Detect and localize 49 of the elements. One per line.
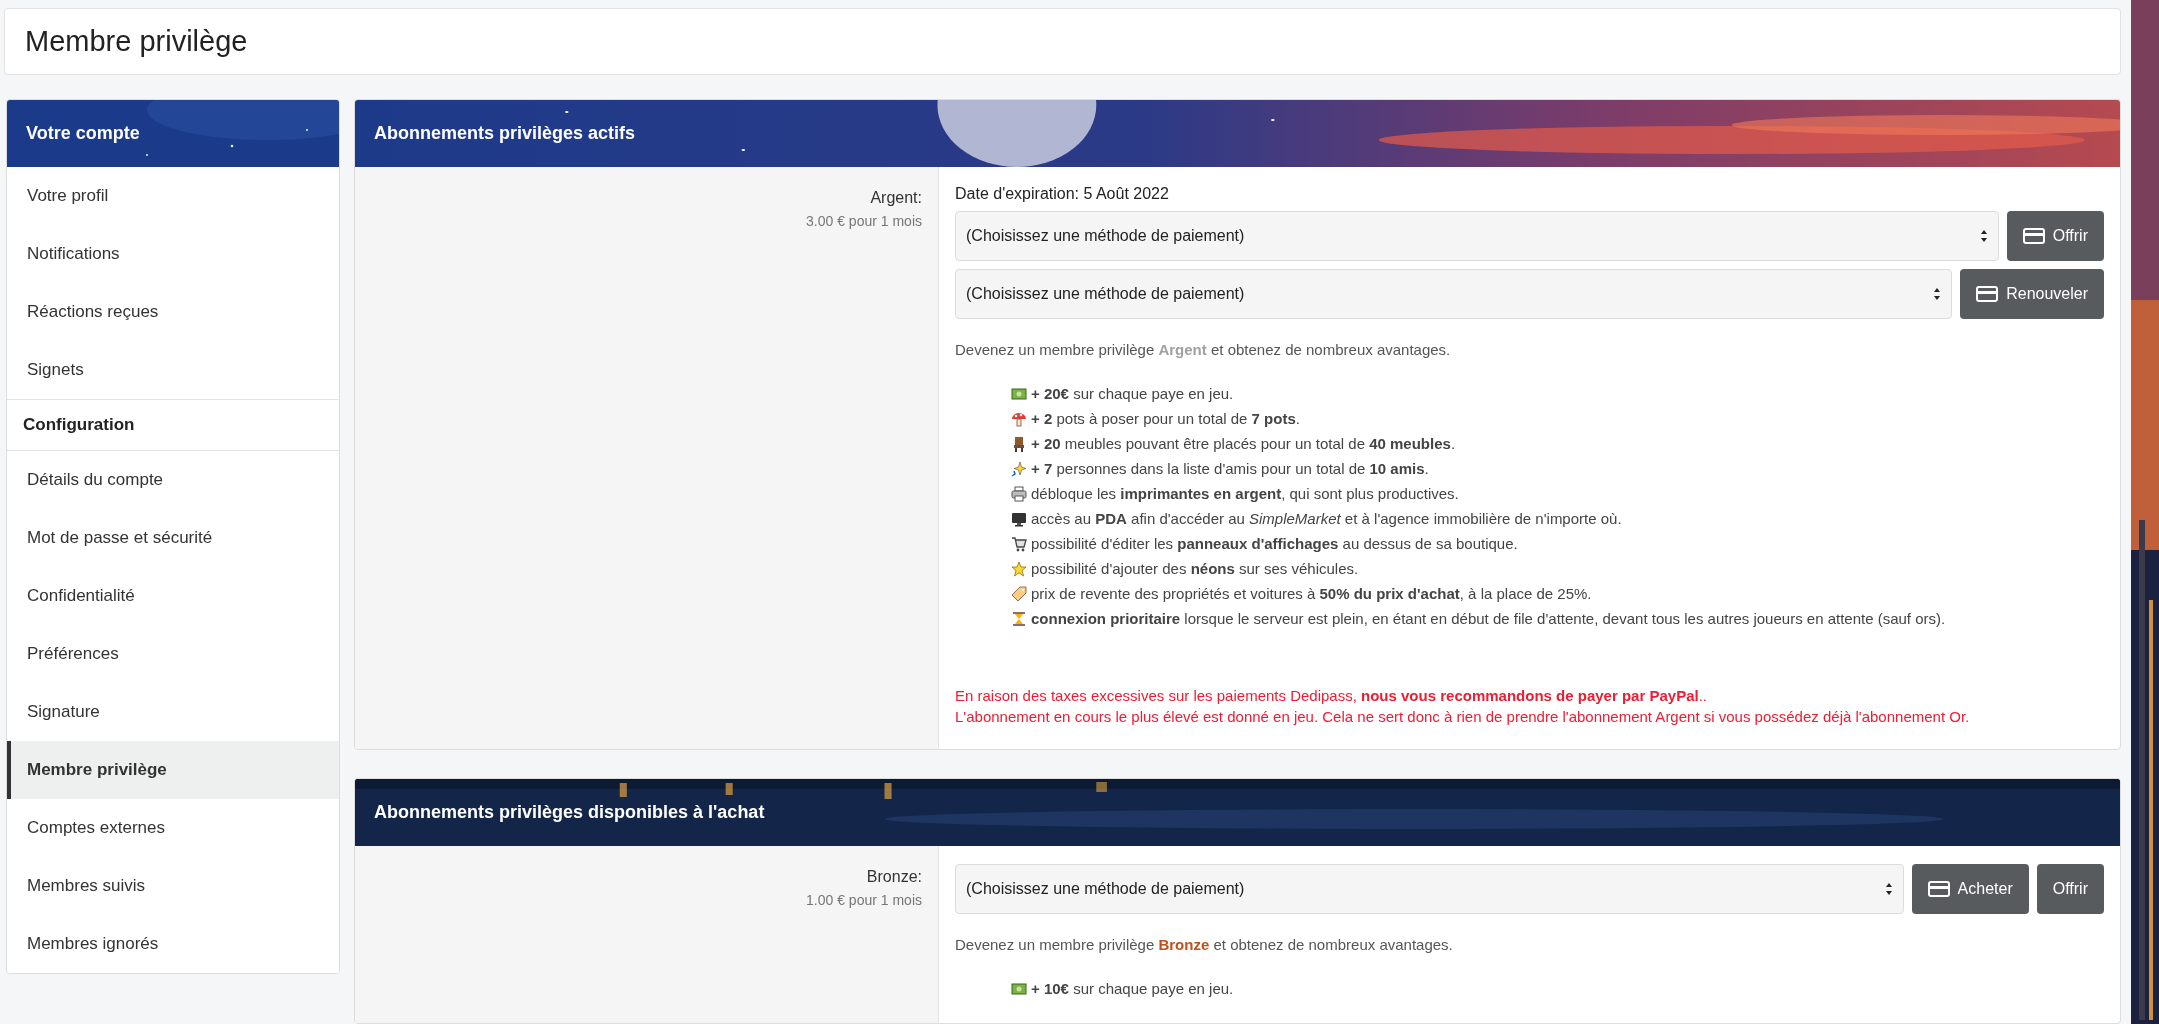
benefit-text: connexion prioritaire lorsque le serveur est plein, en étant en début de file d'attente, devant tous les autres joueurs en attente (sauf ors). <box>1031 609 1946 629</box>
select-caret-icon <box>1933 287 1942 301</box>
panel-title: Abonnements privilèges actifs <box>374 123 636 144</box>
select-caret-icon <box>1884 882 1893 896</box>
warning-note: L'abonnement en cours le plus élevé est donné en jeu. Cela ne sert donc à rien de prendre l'abonnement Argent si vous possédez déjà l'abonnement Or. <box>955 708 1971 725</box>
benefit-text: possibilité d'ajouter des néons sur ses véhicules. <box>1031 559 1359 579</box>
banknote-icon <box>1011 981 1027 997</box>
subscription-name: Argent: <box>870 189 922 207</box>
sidebar-item[interactable]: Membre privilège <box>7 741 339 799</box>
subscription-name: Bronze: <box>866 868 922 886</box>
payment-method-select[interactable]: (Choisissez une méthode de paiement) <box>955 269 1953 319</box>
benefit-text: possibilité d'éditer les panneaux d'affichages au dessus de sa boutique. <box>1031 534 1518 554</box>
subscription-price: 3.00 € pour 1 mois <box>806 213 922 229</box>
benefit-text: prix de revente des propriétés et voitures à 50% du prix d'achat, à la place de 25%. <box>1031 584 1592 604</box>
action-button[interactable]: Offrir <box>2006 211 2104 261</box>
subscription-price: 1.00 € pour 1 mois <box>806 892 922 908</box>
intro-text: Devenez un membre privilège Argent et obtenez de nombreux avantages. <box>955 341 1452 358</box>
mushroom-icon <box>1011 411 1027 427</box>
monitor-icon <box>1011 511 1027 527</box>
warning-note: En raison des taxes excessives sur les paiements Dedipass, nous vous recommandons de payer par PayPal.. <box>955 687 1708 704</box>
page-title: Membre privilège <box>25 25 248 58</box>
printer-icon <box>1011 486 1027 502</box>
hourglass-icon <box>1011 611 1027 627</box>
sparkle-icon <box>1011 461 1027 477</box>
intro-text: Devenez un membre privilège Bronze et obtenez de nombreux avantages. <box>955 936 1454 953</box>
benefit-text: débloque les imprimantes en argent, qui sont plus productives. <box>1031 484 1459 504</box>
action-button[interactable]: Acheter <box>1911 864 2029 914</box>
sidebar-title: Votre compte <box>26 123 140 144</box>
credit-card-icon <box>1976 286 1999 302</box>
expiration-date: Date d'expiration: 5 Août 2022 <box>955 185 1170 203</box>
panel-title: Abonnements privilèges disponibles à l'achat <box>374 802 765 823</box>
cart-icon <box>1011 536 1027 552</box>
action-button[interactable]: Offrir <box>2036 864 2104 914</box>
payment-method-select[interactable]: (Choisissez une méthode de paiement) <box>955 864 1904 914</box>
benefit-text: + 20 meubles pouvant être placés pour un total de 40 meubles. <box>1031 434 1456 454</box>
benefit-text: accès au PDA afin d'accéder au SimpleMarket et à l'agence immobilière de n'importe où. <box>1031 509 1622 529</box>
action-button[interactable]: Renouveler <box>1960 269 2104 319</box>
payment-method-select[interactable]: (Choisissez une méthode de paiement) <box>955 211 1999 261</box>
benefit-text: + 10€ sur chaque paye en jeu. <box>1031 979 1234 999</box>
credit-card-icon <box>1927 881 1950 897</box>
star-icon <box>1011 561 1027 577</box>
select-caret-icon <box>1979 229 1988 243</box>
tag-icon <box>1011 586 1027 602</box>
credit-card-icon <box>2022 228 2045 244</box>
benefit-text: + 2 pots à poser pour un total de 7 pots. <box>1031 409 1300 429</box>
benefit-text: + 20€ sur chaque paye en jeu. <box>1031 384 1234 404</box>
banknote-icon <box>1011 386 1027 402</box>
benefit-text: + 7 personnes dans la liste d'amis pour un total de 10 amis. <box>1031 459 1429 479</box>
chair-icon <box>1011 436 1027 452</box>
